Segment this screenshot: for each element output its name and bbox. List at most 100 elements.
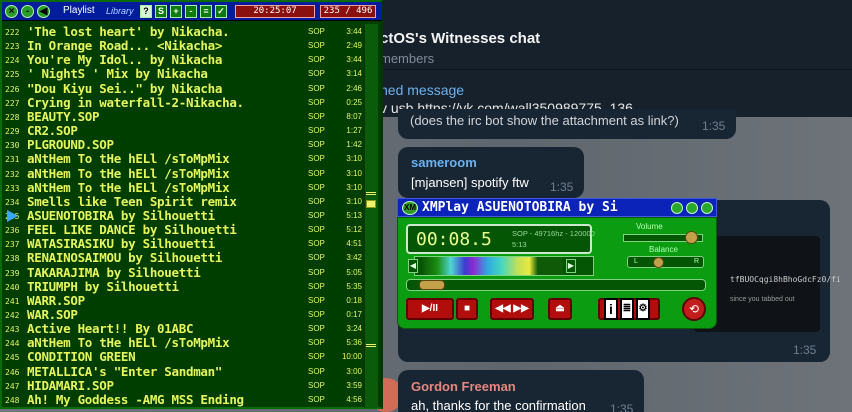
chat-title[interactable]: ctOS's Witnesses chat <box>380 30 540 47</box>
info-icon[interactable]: i <box>604 298 618 320</box>
track-title: 'The lost heart' by Nikacha. <box>27 24 230 39</box>
table-row[interactable]: 234 Smells like Teen Spirit remix SOP 3:10 <box>5 194 362 209</box>
track-duration: 3:42 <box>346 253 362 263</box>
stop-button[interactable]: ■ <box>456 298 478 320</box>
track-number: 224 <box>5 56 20 66</box>
scrollbar-thumb[interactable] <box>366 200 376 208</box>
table-row[interactable]: 245 CONDITION GREEN SOP 10:00 <box>5 349 362 364</box>
table-row[interactable]: 241 WARR.SOP SOP 0:18 <box>5 293 362 308</box>
seek-knob[interactable] <box>419 280 446 290</box>
track-number: 225 <box>5 70 20 80</box>
playlist-titlebar[interactable]: × - ◀ Playlist Library ? S + - ≡ ✓ 20:25… <box>2 2 382 21</box>
table-row[interactable]: 248 Ah! My Goddess -AMG MSS Ending SOP 4:56 <box>5 392 362 407</box>
table-row[interactable]: 240 TRIUMPH by Silhouetti SOP 5:35 <box>5 279 362 294</box>
balance-left-label: L <box>634 258 638 265</box>
xmplay-title: XMPlay ASUENOTOBIRA by Si <box>422 200 618 215</box>
check-button[interactable]: ✓ <box>215 5 227 18</box>
track-format: SOP <box>308 225 325 235</box>
xmplay-titlebar[interactable]: XM XMPlay ASUENOTOBIRA by Si <box>397 198 717 217</box>
track-duration: 0:25 <box>346 97 362 107</box>
playlist-scrollbar[interactable] <box>364 24 378 408</box>
message-bubble[interactable]: sameroom [mjansen] spotify ftw 1:35 <box>398 147 584 198</box>
vis-next-icon[interactable]: ▶ <box>566 259 576 273</box>
table-row[interactable]: 231 aNtHem To tHe hELl /sToMpMix SOP 3:10 <box>5 151 362 166</box>
eject-button[interactable]: ⏏ <box>548 298 572 320</box>
track-number: 234 <box>5 197 20 207</box>
message-text: [mjansen] spotify ftw <box>411 175 529 190</box>
table-row[interactable]: 242 WAR.SOP SOP 0:17 <box>5 307 362 322</box>
table-row[interactable]: 235 ASUENOTOBIRA by Silhouetti SOP 5:13 <box>5 208 362 223</box>
track-number: 230 <box>5 141 20 151</box>
track-format: SOP <box>308 338 325 348</box>
list-button[interactable]: ≡ <box>200 5 212 18</box>
track-title: WARR.SOP <box>27 292 85 308</box>
table-row[interactable]: 238 RENAINOSAIMOU by Silhouetti SOP 3:42 <box>5 250 362 265</box>
volume-knob[interactable] <box>685 231 698 244</box>
link-preview-text: tfBUOCqgi8hBhoGdcFz0/fi <box>730 275 841 284</box>
table-row[interactable]: 227 Crying in waterfall-2-Nikacha. SOP 0:25 <box>5 95 362 110</box>
track-format: SOP <box>308 352 325 362</box>
sort-button[interactable]: S <box>155 5 167 18</box>
time-display[interactable]: 00:08.5 SOP - 49716hz - 120000 5:13 <box>406 224 595 254</box>
playlist-toggle-icon[interactable] <box>686 202 698 214</box>
table-row[interactable]: 243 Active Heart!! By 01ABC SOP 3:24 <box>5 321 362 336</box>
vis-prev-icon[interactable]: ◀ <box>408 259 418 273</box>
seek-bar[interactable] <box>406 279 706 291</box>
clock-display: 20:25:07 <box>235 5 315 18</box>
message-sender[interactable]: sameroom <box>411 155 477 170</box>
minimize-icon[interactable]: - <box>21 5 34 18</box>
balance-slider[interactable] <box>627 256 704 268</box>
prev-next-button[interactable]: ◀◀ ▶▶ <box>490 298 534 320</box>
elapsed-time: 00:08.5 <box>416 229 492 250</box>
track-number: 245 <box>5 353 20 363</box>
table-row[interactable]: 244 aNtHem To tHe hELl /sToMpMix SOP 5:36 <box>5 335 362 350</box>
balance-knob[interactable] <box>652 257 664 268</box>
table-row[interactable]: 232 aNtHem To tHe hELl /sToMpMix SOP 3:10 <box>5 166 362 181</box>
track-title: TAKARAJIMA by Silhouetti <box>27 264 201 280</box>
pinned-message-label: ned message <box>380 82 465 98</box>
add-button[interactable]: + <box>170 5 182 18</box>
table-row[interactable]: 246 METALLICA's "Enter Sandman" SOP 3:00 <box>5 364 362 379</box>
table-row[interactable]: 239 TAKARAJIMA by Silhouetti SOP 5:05 <box>5 265 362 280</box>
playlist-icon[interactable]: ≣ <box>620 298 634 320</box>
help-button[interactable]: ? <box>140 5 152 18</box>
play-pause-button[interactable]: ▶/II <box>406 298 454 320</box>
minimize-icon[interactable] <box>671 202 683 214</box>
table-row[interactable]: 228 BEAUTY.SOP SOP 8:07 <box>5 109 362 124</box>
track-number: 239 <box>5 268 20 278</box>
playlist-list[interactable]: 222 'The lost heart' by Nikacha. SOP 3:44 22… <box>5 24 362 408</box>
table-row[interactable]: 226 "Dou Kiyu Sei.." by Nikacha SOP 2:46 <box>5 81 362 96</box>
table-row[interactable]: 223 In Orange Road... <Nikacha> SOP 2:49 <box>5 38 362 53</box>
track-duration: 2:46 <box>346 83 362 93</box>
volume-label: Volume <box>636 222 663 231</box>
table-row[interactable]: 237 WATASIRASIKU by Silhouetti SOP 4:51 <box>5 236 362 251</box>
balance-right-label: R <box>694 258 700 265</box>
settings-icon[interactable]: ⚙ <box>636 298 650 320</box>
track-duration: 0:17 <box>346 310 362 319</box>
track-number: 244 <box>5 339 20 349</box>
track-title: Crying in waterfall-2-Nikacha. <box>27 94 244 110</box>
table-row[interactable]: 230 PLGROUND.SOP SOP 1:42 <box>5 137 362 152</box>
track-duration: 3:10 <box>346 168 362 178</box>
message-bubble[interactable]: (does the irc bot show the attachment as… <box>398 109 736 139</box>
close-icon[interactable]: × <box>5 5 18 18</box>
message-sender[interactable]: Gordon Freeman <box>411 379 516 394</box>
track-title: WATASIRASIKU by Silhouetti <box>27 236 215 252</box>
remove-button[interactable]: - <box>185 5 197 18</box>
track-format: SOP <box>308 394 325 404</box>
track-number: 242 <box>5 311 20 320</box>
table-row[interactable]: 224 You're My Idol.. by Nikacha SOP 3:44 <box>5 52 362 67</box>
table-row[interactable]: 222 'The lost heart' by Nikacha. SOP 3:44 <box>5 24 362 39</box>
xmplay-logo-icon[interactable]: XM <box>402 201 418 215</box>
close-icon[interactable] <box>701 202 713 214</box>
table-row[interactable]: 225 ' NightS ' Mix by Nikacha SOP 3:14 <box>5 66 362 81</box>
repeat-button[interactable]: ⟲ <box>682 297 706 321</box>
message-bubble[interactable]: Gordon Freeman ah, thanks for the confir… <box>398 370 644 412</box>
table-row[interactable]: 247 HIDAMARI.SOP SOP 3:59 <box>5 378 362 393</box>
link-preview-caption: since you tabbed out <box>730 296 795 303</box>
table-row[interactable]: 236 FEEL LIKE DANCE by Silhouetti SOP 5:12 <box>5 222 362 237</box>
track-duration: 10:00 <box>341 352 362 362</box>
table-row[interactable]: 229 CR2.SOP SOP 1:27 <box>5 123 362 138</box>
table-row[interactable]: 233 aNtHem To tHe hELl /sToMpMix SOP 3:10 <box>5 180 362 195</box>
back-icon[interactable]: ◀ <box>37 5 50 18</box>
